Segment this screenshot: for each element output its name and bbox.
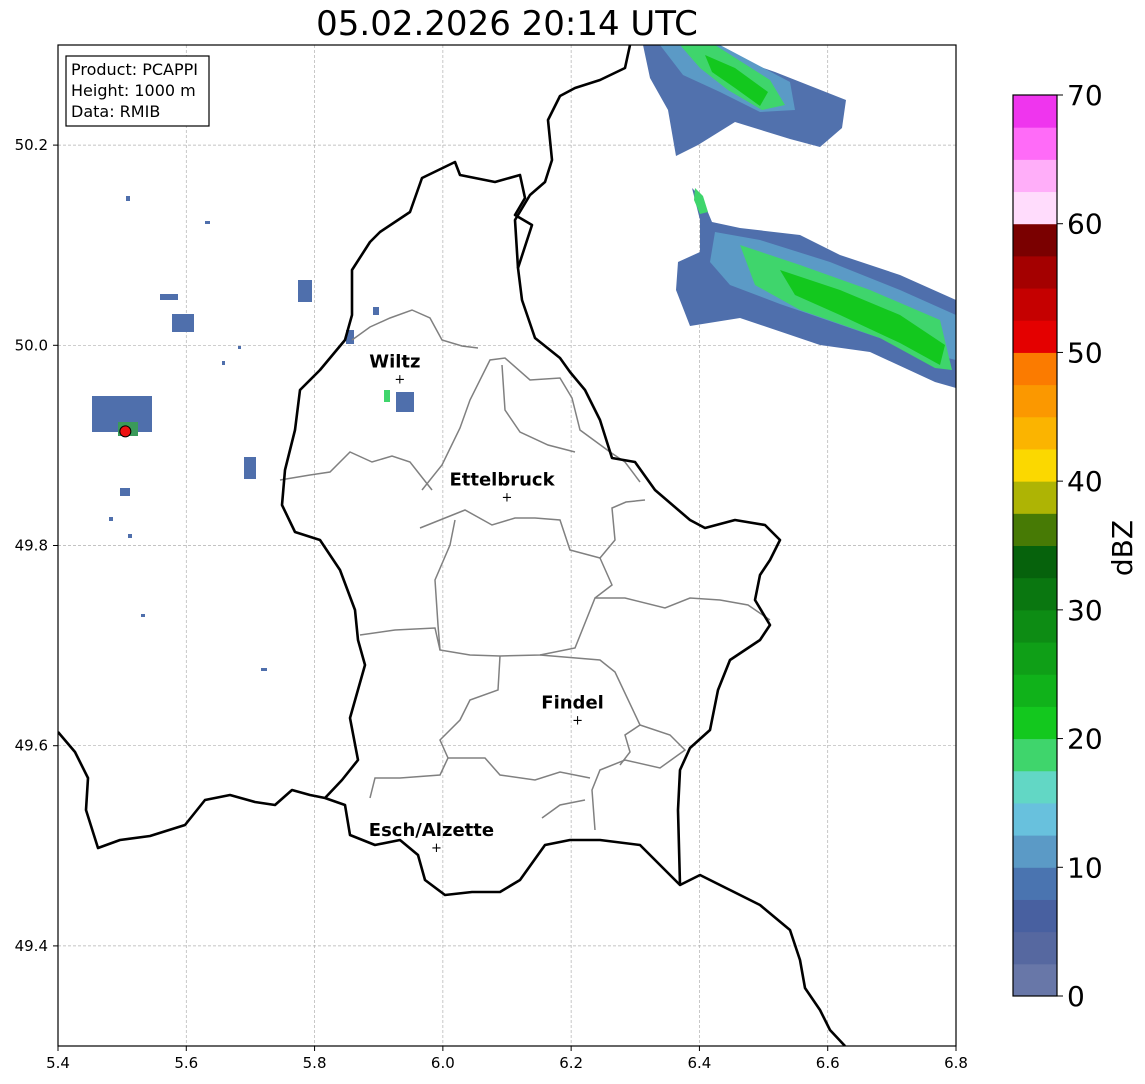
- colorbar-tick-label: 20: [1067, 723, 1103, 756]
- product-info-box: Product: PCAPPI Height: 1000 m Data: RMI…: [65, 55, 210, 127]
- canton-boundaries: [279, 309, 771, 831]
- y-tick-label: 50.2: [15, 136, 48, 154]
- radar-map-figure: Product: PCAPPI Height: 1000 m Data: RMI…: [15, 44, 1139, 1072]
- colorbar-tick-label: 30: [1067, 594, 1103, 627]
- colorbar-tick-label: 60: [1067, 208, 1103, 241]
- city-label: Wiltz: [369, 351, 420, 372]
- info-height: Height: 1000 m: [71, 81, 196, 100]
- radar-site-dot: [119, 425, 132, 438]
- colorbar-segment: [1013, 191, 1057, 225]
- colorbar-segment: [1013, 416, 1057, 450]
- y-tick-label: 49.8: [15, 537, 48, 555]
- colorbar-segment: [1013, 481, 1057, 514]
- city-marker-plus: +: [502, 490, 513, 505]
- info-product: Product: PCAPPI: [71, 60, 198, 79]
- x-tick-label: 6.8: [944, 1054, 968, 1072]
- x-tick-label: 5.4: [46, 1054, 70, 1072]
- colorbar-segment: [1013, 223, 1057, 257]
- colorbar-segment: [1013, 835, 1057, 868]
- x-tick-label: 6.6: [816, 1054, 840, 1072]
- x-tick-label: 6.4: [687, 1054, 711, 1072]
- city-marker-plus: +: [394, 372, 405, 387]
- colorbar-segment: [1013, 288, 1057, 321]
- colorbar-tick-label: 10: [1067, 851, 1103, 884]
- colorbar-tick-label: 40: [1067, 465, 1103, 498]
- dbz-colorbar: 0 10 20 30 40 50 60 70 dBZ: [1012, 79, 1139, 1013]
- city-markers: +Wiltz+Ettelbruck+Findel+Esch/Alzette: [369, 351, 604, 855]
- radar-site-marker: [119, 425, 132, 438]
- city-label: Findel: [541, 693, 604, 714]
- colorbar-segment: [1013, 609, 1057, 643]
- y-axis-ticks: 50.2 50.0 49.8 49.6 49.4: [15, 136, 58, 955]
- colorbar-segment: [1013, 577, 1057, 611]
- city-marker-plus: +: [572, 714, 583, 729]
- map-gridlines: [58, 45, 956, 1046]
- colorbar-segment: [1013, 867, 1057, 900]
- country-borders: [58, 45, 846, 1046]
- city-label: Esch/Alzette: [369, 820, 494, 841]
- colorbar-segment: [1013, 95, 1057, 128]
- precipitation-echo-east: [676, 188, 956, 388]
- clutter-echoes: [92, 196, 414, 671]
- colorbar-segment: [1013, 384, 1057, 418]
- colorbar-segment: [1013, 899, 1057, 933]
- colorbar-segment: [1013, 513, 1057, 546]
- x-tick-label: 5.8: [303, 1054, 327, 1072]
- colorbar-tick-label: 0: [1067, 980, 1085, 1013]
- city-label: Ettelbruck: [449, 469, 555, 490]
- colorbar-segment: [1013, 255, 1057, 289]
- colorbar-label: dBZ: [1106, 520, 1139, 576]
- colorbar-segment: [1013, 545, 1057, 579]
- colorbar-segment: [1013, 127, 1057, 160]
- colorbar-segment: [1013, 706, 1057, 740]
- x-tick-label: 6.0: [431, 1054, 455, 1072]
- colorbar-segment: [1013, 642, 1057, 675]
- colorbar-segment: [1013, 448, 1057, 482]
- x-tick-label: 6.2: [559, 1054, 583, 1072]
- city-marker-plus: +: [431, 841, 442, 856]
- colorbar-segment: [1013, 738, 1057, 772]
- info-data-source: Data: RMIB: [71, 102, 160, 121]
- x-axis-ticks: 5.4 5.6 5.8 6.0 6.2 6.4 6.6 6.8: [46, 1046, 968, 1072]
- colorbar-segment: [1013, 674, 1057, 707]
- colorbar-segment: [1013, 159, 1057, 193]
- map-frame: [57, 44, 957, 1047]
- y-tick-label: 49.4: [15, 937, 48, 955]
- y-tick-label: 49.6: [15, 737, 48, 755]
- colorbar-segment: [1013, 802, 1057, 836]
- colorbar-segment: [1013, 320, 1057, 353]
- y-tick-label: 50.0: [15, 336, 48, 354]
- colorbar-segment: [1013, 352, 1057, 386]
- colorbar-segment: [1013, 963, 1057, 997]
- colorbar-tick-label: 50: [1067, 336, 1103, 369]
- colorbar-segment: [1013, 770, 1057, 804]
- precipitation-echo-north: [643, 45, 846, 156]
- colorbar-segment: [1013, 931, 1057, 965]
- colorbar-tick-label: 70: [1067, 79, 1103, 112]
- x-tick-label: 5.6: [174, 1054, 198, 1072]
